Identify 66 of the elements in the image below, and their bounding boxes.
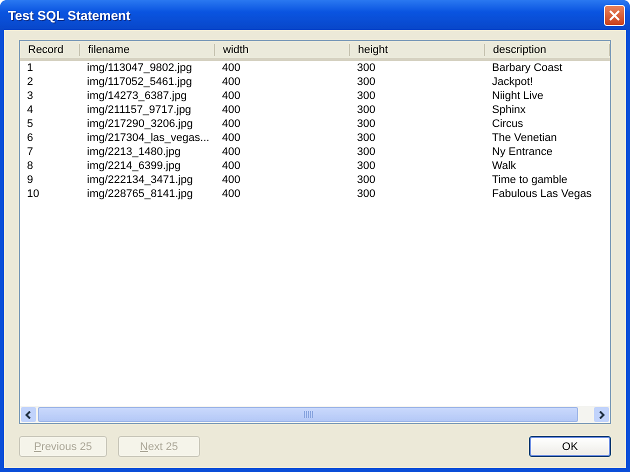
scroll-left-button[interactable]: [21, 407, 36, 422]
table-cell-text: 7: [26, 146, 34, 158]
table-cell-text: 300: [356, 132, 376, 144]
table-cell-text: img/211157_9717.jpg: [86, 104, 192, 116]
column-header[interactable]: filename: [88, 44, 130, 56]
table-cell-text: Jackpot!: [491, 76, 534, 88]
table-cell-text: Walk: [491, 160, 518, 172]
grip-icon: [304, 411, 312, 418]
table-cell-text: 300: [356, 62, 376, 74]
table-cell-text: 400: [221, 188, 242, 200]
scroll-right-button[interactable]: [594, 407, 609, 422]
table-cell-text: 1: [26, 62, 34, 74]
table-cell-text: Fabulous Las Vegas: [491, 188, 593, 200]
table-cell-text: 400: [221, 62, 242, 74]
table-cell-text: 300: [356, 76, 376, 88]
column-header[interactable]: Record: [28, 44, 64, 56]
table-cell-text: img/117052_5461.jpg: [86, 76, 193, 88]
table-cell-text: img/113047_9802.jpg: [86, 62, 193, 74]
table-cell-text: 400: [221, 118, 242, 130]
table-cell-text: 10: [26, 188, 40, 200]
table-cell-text: 400: [221, 76, 242, 88]
table-cell-text: img/217290_3206.jpg: [86, 118, 194, 130]
table-cell-text: img/2213_1480.jpg: [86, 146, 182, 158]
table-cell-text: 2: [26, 76, 34, 88]
chevron-left-icon: [25, 410, 32, 418]
table-cell-text: 300: [356, 160, 376, 172]
table-cell-text: 400: [221, 174, 242, 186]
table-cell-text: 400: [221, 132, 242, 144]
close-button[interactable]: [604, 4, 625, 26]
table-cell-text: 300: [356, 174, 376, 186]
table-cell-text: img/217304_las_vegas...: [86, 132, 210, 144]
table-cell-text: Sphinx: [491, 104, 527, 116]
chevron-right-icon: [598, 410, 605, 418]
table-cell-text: 400: [221, 146, 242, 158]
close-icon: [609, 10, 620, 20]
table-cell-text: img/228765_8141.jpg: [86, 188, 194, 200]
table-cell-text: Barbary Coast: [491, 62, 564, 74]
table-cell-text: 3: [26, 90, 34, 102]
table-cell-text: 4: [26, 104, 34, 116]
table-cell-text: 400: [221, 90, 242, 102]
table-cell-text: Ny Entrance: [491, 146, 554, 158]
column-header[interactable]: height: [358, 44, 388, 56]
window-title: Test SQL Statement: [8, 8, 130, 22]
column-header[interactable]: description: [493, 44, 546, 56]
table-cell-text: img/222134_3471.jpg: [86, 174, 194, 186]
table-cell-text: 9: [26, 174, 34, 186]
table-cell-text: 300: [356, 90, 376, 102]
horizontal-scrollbar[interactable]: [20, 406, 610, 423]
table-cell-text: 300: [356, 188, 376, 200]
table-cell-text: 300: [356, 104, 376, 116]
column-header[interactable]: width: [223, 44, 249, 56]
table-cell-text: 8: [26, 160, 34, 172]
table-cell-text: The Venetian: [491, 132, 558, 144]
table-cell-text: Niight Live: [491, 90, 544, 102]
scroll-thumb[interactable]: [38, 407, 578, 422]
table-cell-text: img/14273_6387.jpg: [86, 90, 188, 102]
ok-button[interactable]: OK: [529, 436, 611, 457]
table-cell-text: 6: [26, 132, 34, 144]
table-cell-text: 5: [26, 118, 34, 130]
table-cell-text: Circus: [491, 118, 524, 130]
table-cell-text: 400: [221, 160, 242, 172]
table-cell-text: 400: [221, 104, 242, 116]
table-cell-text: 300: [356, 118, 376, 130]
table-cell-text: img/2214_6399.jpg: [86, 160, 182, 172]
table-cell-text: Time to gamble: [491, 174, 568, 186]
table-cell-text: 300: [356, 146, 376, 158]
